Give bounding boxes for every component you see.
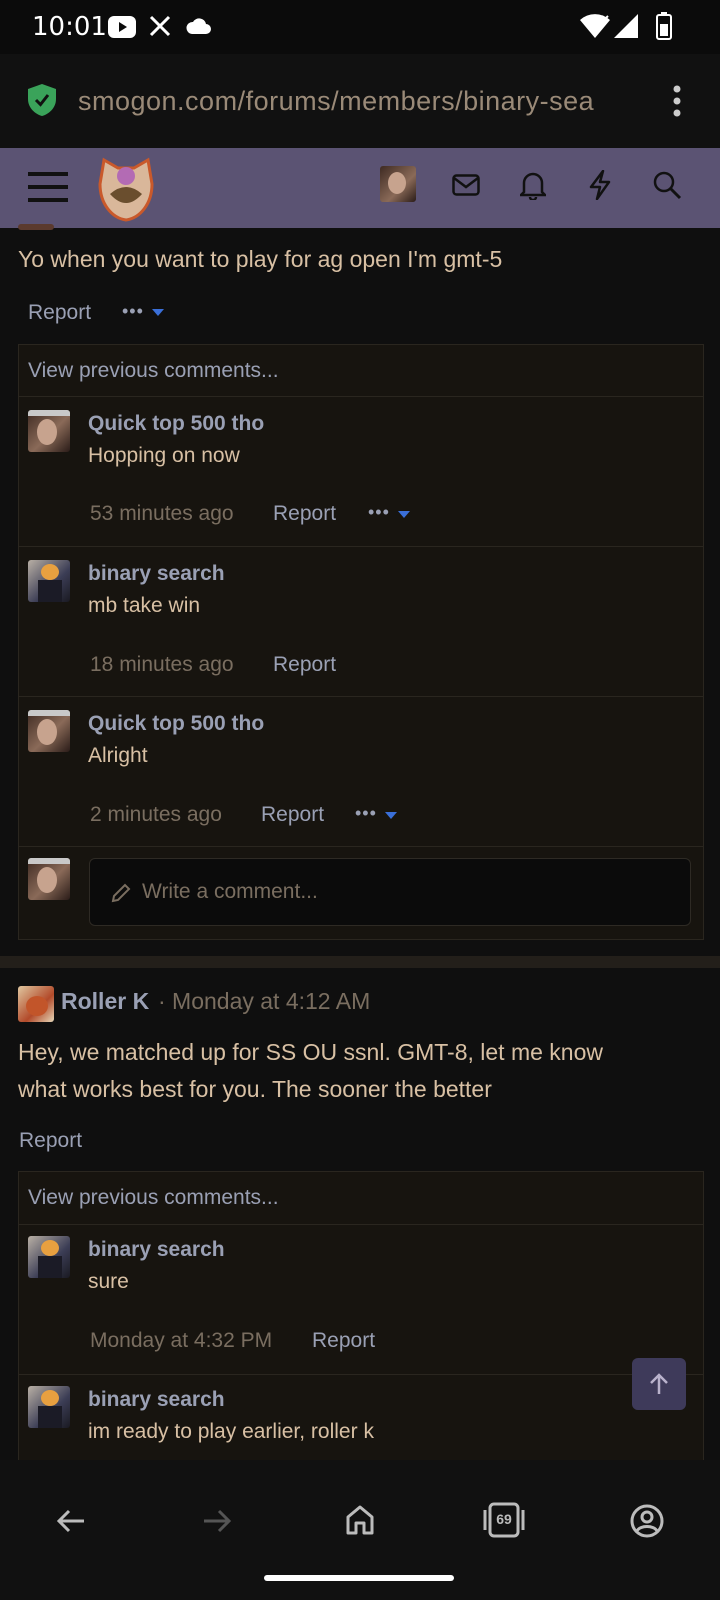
hamburger-menu-icon[interactable] xyxy=(28,170,68,204)
secure-shield-icon xyxy=(28,84,56,116)
whats-new-bolt-icon[interactable] xyxy=(588,170,612,200)
current-user-avatar xyxy=(28,858,70,900)
post-text-line: Hey, we matched up for SS OU ssnl. GMT-8… xyxy=(18,1039,603,1065)
comment-username[interactable]: Quick top 500 tho xyxy=(88,712,264,736)
battery-icon xyxy=(656,12,672,40)
arrow-up-icon xyxy=(650,1373,668,1394)
scroll-to-top-button[interactable] xyxy=(632,1358,686,1410)
post-author-avatar[interactable] xyxy=(18,986,54,1022)
status-time: 10:01 xyxy=(32,12,107,42)
youtube-icon xyxy=(108,16,136,38)
commenter-avatar[interactable] xyxy=(28,560,70,602)
status-bar: 10:01 xyxy=(0,0,720,54)
post-separator xyxy=(0,956,720,968)
notifications-bell-icon[interactable] xyxy=(520,170,546,200)
profile-post-text: Yo when you want to play for ag open I'm… xyxy=(18,246,503,272)
comment-timestamp[interactable]: 53 minutes ago xyxy=(90,502,234,526)
comment-username[interactable]: binary search xyxy=(88,562,225,586)
search-icon[interactable] xyxy=(652,170,682,200)
comment-text: mb take win xyxy=(88,594,201,617)
commenter-avatar[interactable] xyxy=(28,1386,70,1428)
back-arrow-icon[interactable] xyxy=(56,1508,86,1534)
comment-username[interactable]: binary search xyxy=(88,1238,225,1262)
profile-post-text: Hey, we matched up for SS OU ssnl. GMT-8… xyxy=(18,1034,603,1108)
write-comment-placeholder: Write a comment... xyxy=(142,880,318,903)
tabs-count: 69 xyxy=(496,1511,512,1527)
comment-username[interactable]: Quick top 500 tho xyxy=(88,412,264,436)
post-author-name[interactable]: Roller K xyxy=(61,988,149,1015)
gesture-bar[interactable] xyxy=(264,1575,454,1581)
comment-report-link[interactable]: Report xyxy=(261,803,324,827)
comment-timestamp[interactable]: 18 minutes ago xyxy=(90,653,234,677)
site-nav-bar xyxy=(0,148,720,228)
divider xyxy=(18,1224,704,1225)
home-icon[interactable] xyxy=(345,1504,375,1536)
commenter-avatar[interactable] xyxy=(28,410,70,452)
comment-username[interactable]: binary search xyxy=(88,1388,225,1412)
view-previous-comments-link[interactable]: View previous comments... xyxy=(28,359,279,383)
forward-arrow-icon[interactable] xyxy=(202,1508,232,1534)
post-text-line: what works best for you. The sooner the … xyxy=(18,1076,492,1102)
account-icon[interactable] xyxy=(630,1504,664,1538)
comment-report-link[interactable]: Report xyxy=(273,653,336,677)
comment-timestamp[interactable]: Monday at 4:32 PM xyxy=(90,1329,272,1353)
smogon-logo[interactable] xyxy=(96,154,156,222)
commenter-avatar[interactable] xyxy=(28,1236,70,1278)
report-link[interactable]: Report xyxy=(28,301,91,325)
x-app-icon xyxy=(149,15,171,37)
report-link[interactable]: Report xyxy=(19,1129,82,1153)
chevron-down-icon xyxy=(385,812,397,819)
chevron-down-icon xyxy=(152,309,164,316)
user-avatar[interactable] xyxy=(380,166,416,202)
commenter-avatar[interactable] xyxy=(28,710,70,752)
comment-report-link[interactable]: Report xyxy=(312,1329,375,1353)
post-author-avatar-partial[interactable] xyxy=(18,224,54,230)
comment-text: Hopping on now xyxy=(88,444,240,467)
divider xyxy=(18,546,704,547)
post-timestamp[interactable]: · Monday at 4:12 AM xyxy=(158,988,370,1015)
comment-timestamp[interactable]: 2 minutes ago xyxy=(90,803,222,827)
url-text[interactable]: smogon.com/forums/members/binary-sea xyxy=(78,86,644,117)
comment-text: im ready to play earlier, roller k xyxy=(88,1420,374,1443)
write-comment-input[interactable]: Write a comment... xyxy=(89,858,691,926)
cell-signal-icon xyxy=(614,14,638,38)
comment-report-link[interactable]: Report xyxy=(273,502,336,526)
inbox-envelope-icon[interactable] xyxy=(452,174,480,196)
comment-more-actions[interactable]: ••• xyxy=(368,502,390,523)
divider xyxy=(18,696,704,697)
comment-more-actions[interactable]: ••• xyxy=(355,803,377,824)
browser-url-bar[interactable]: smogon.com/forums/members/binary-sea xyxy=(0,54,720,148)
chevron-down-icon xyxy=(398,511,410,518)
divider xyxy=(18,1374,704,1375)
url-fade xyxy=(600,74,650,134)
wifi-icon xyxy=(580,14,610,38)
pencil-icon xyxy=(111,883,131,903)
cloud-icon xyxy=(186,18,211,34)
browser-menu-icon[interactable] xyxy=(672,84,682,118)
more-actions-menu[interactable]: ••• xyxy=(122,301,144,322)
tabs-button[interactable]: 69 xyxy=(482,1502,526,1538)
divider xyxy=(18,846,704,847)
comment-text: sure xyxy=(88,1270,129,1293)
view-previous-comments-link[interactable]: View previous comments... xyxy=(28,1186,279,1210)
divider xyxy=(18,396,704,397)
comment-text: Alright xyxy=(88,744,148,767)
